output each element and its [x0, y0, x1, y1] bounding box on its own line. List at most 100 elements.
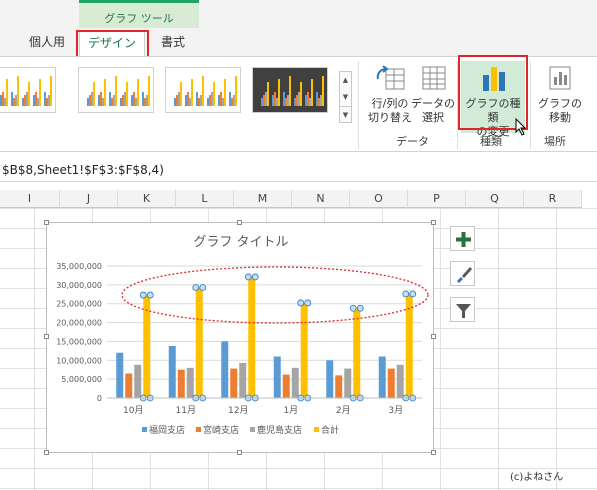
bar-1-2	[230, 368, 238, 398]
legend-swatch-2	[250, 427, 255, 432]
gallery-more-icon[interactable]: ▼	[340, 106, 351, 123]
bar-0-3	[273, 356, 281, 398]
resize-handle[interactable]	[431, 450, 436, 455]
tab-personal[interactable]: 個人用	[22, 30, 72, 56]
move-chart-button[interactable]: グラフの 移動	[533, 61, 587, 133]
bar-2-1	[186, 367, 194, 398]
chart-area[interactable]: グラフ タイトル 35,000,000 30,000,000 25,000,000 20…	[46, 222, 434, 453]
resize-handle[interactable]	[237, 450, 242, 455]
y-tick-label: 10,000,000	[56, 356, 102, 365]
credit-text: (c)よねさん	[510, 472, 564, 483]
bar-2-3	[291, 367, 299, 398]
paintbrush-icon	[457, 267, 472, 283]
thumb-bar	[213, 82, 215, 106]
mouse-cursor-icon	[515, 118, 527, 136]
x-tick-label: 2月	[336, 405, 351, 416]
bar-3-5	[405, 293, 413, 398]
legend-swatch-3	[314, 427, 319, 432]
chart-filters-button[interactable]	[450, 297, 475, 322]
selection-handle	[402, 290, 410, 298]
bar-1-0	[125, 373, 133, 398]
thumb-bar	[267, 82, 269, 106]
column-header-m[interactable]: M	[234, 190, 292, 208]
y-tick-label: 20,000,000	[56, 319, 102, 328]
chart-style-thumb-3[interactable]	[165, 67, 241, 113]
plus-icon	[456, 232, 471, 247]
bar-1-4	[335, 375, 343, 398]
bar-3-3	[300, 302, 308, 398]
bar-0-5	[378, 356, 386, 398]
separator	[530, 61, 531, 149]
thumb-bar	[202, 76, 204, 106]
selection-handle	[297, 299, 305, 307]
thumb-bar	[224, 79, 226, 106]
column-header-i[interactable]: I	[0, 190, 60, 208]
scroll-down-icon[interactable]: ▼	[340, 89, 351, 106]
resize-handle[interactable]	[431, 334, 436, 339]
bar-3-4	[353, 308, 361, 398]
bar-1-3	[282, 374, 290, 398]
chart-tools-label: グラフ ツール	[104, 12, 174, 25]
y-tick-label: 5,000,000	[61, 375, 102, 384]
thumb-bar	[115, 76, 117, 106]
thumb-bar	[278, 79, 280, 106]
selection-handle	[192, 284, 200, 291]
resize-handle[interactable]	[44, 220, 49, 225]
move-chart-icon	[544, 63, 576, 93]
selection-handle	[349, 304, 357, 312]
formula-bar[interactable]: $B$8,Sheet1!$F$3:$F$8,4)	[0, 158, 597, 182]
thumb-bar	[93, 82, 95, 106]
group-label-type: 種類	[480, 135, 502, 148]
resize-handle[interactable]	[44, 334, 49, 339]
chart-style-thumb-2[interactable]	[78, 67, 154, 113]
column-header-j[interactable]: J	[60, 190, 118, 208]
thumb-bar	[50, 76, 52, 106]
scroll-up-icon[interactable]: ▲	[340, 72, 351, 89]
chart-title: グラフ タイトル	[193, 235, 288, 250]
bar-2-0	[134, 364, 142, 398]
x-tick-label: 10月	[123, 405, 143, 416]
gallery-scrollbar[interactable]: ▲ ▼ ▼	[339, 71, 352, 123]
chart-style-thumb-4[interactable]	[252, 67, 328, 113]
bar-0-1	[168, 345, 176, 398]
column-header-q[interactable]: Q	[466, 190, 524, 208]
resize-handle[interactable]	[237, 220, 242, 225]
resize-handle[interactable]	[44, 450, 49, 455]
bar-1-5	[387, 368, 395, 398]
column-header-o[interactable]: O	[350, 190, 408, 208]
bar-2-5	[396, 364, 404, 398]
column-header-l[interactable]: L	[176, 190, 234, 208]
select-data-label-2: 選択	[422, 111, 444, 124]
bar-0-0	[116, 352, 124, 398]
legend-swatch-0	[142, 427, 147, 432]
move-chart-label-1: グラフの	[538, 97, 582, 110]
thumb-bar	[289, 76, 291, 106]
chart-tools-group: グラフ ツール	[79, 0, 199, 28]
bar-3-2	[248, 276, 256, 398]
thumb-bar	[6, 79, 8, 106]
y-tick-label: 35,000,000	[56, 262, 102, 271]
selection-handle	[304, 299, 312, 307]
selection-handle	[139, 291, 147, 299]
column-header-k[interactable]: K	[118, 190, 176, 208]
chart-styles-button[interactable]	[450, 261, 475, 286]
resize-handle[interactable]	[431, 220, 436, 225]
column-header-p[interactable]: P	[408, 190, 466, 208]
tab-format[interactable]: 書式	[150, 30, 196, 56]
chart-elements-button[interactable]	[450, 226, 475, 251]
thumb-bar	[180, 82, 182, 106]
thumb-bar	[311, 79, 313, 106]
selection-handle	[199, 284, 207, 291]
y-tick-label: 30,000,000	[56, 281, 102, 290]
formula-text: $B$8,Sheet1!$F$3:$F$8,4)	[2, 163, 164, 177]
column-header-r[interactable]: R	[524, 190, 582, 208]
bar-0-4	[326, 360, 334, 398]
chart-style-thumb-1[interactable]	[0, 67, 56, 113]
column-header-n[interactable]: N	[292, 190, 350, 208]
select-data-button[interactable]: データの 選択	[406, 61, 460, 133]
switch-row-column-icon	[374, 63, 406, 93]
thumb-bar	[235, 76, 237, 106]
bar-2-4	[344, 368, 352, 398]
selection-handle	[251, 273, 259, 281]
move-chart-label-2: 移動	[549, 111, 571, 124]
